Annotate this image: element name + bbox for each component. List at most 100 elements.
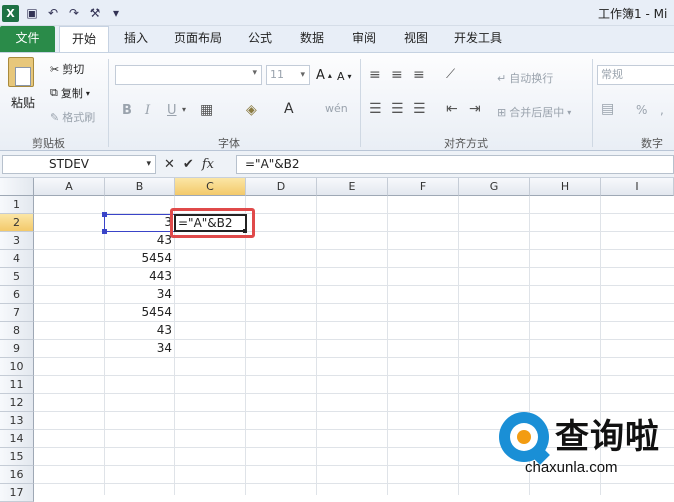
- range-handle[interactable]: [102, 229, 107, 234]
- insert-function-icon[interactable]: fx: [202, 157, 214, 172]
- grid-line: [458, 196, 459, 495]
- copy-label: 复制: [60, 87, 83, 100]
- row-header-3[interactable]: 3: [0, 232, 34, 250]
- undo-icon[interactable]: ↶: [45, 5, 61, 21]
- copy-icon: ⧉: [50, 86, 58, 99]
- column-header-c[interactable]: C: [175, 178, 246, 196]
- cell-b9[interactable]: 34: [105, 340, 175, 357]
- row-header-2[interactable]: 2: [0, 214, 34, 232]
- font-size-select[interactable]: 11 ▾: [266, 65, 310, 85]
- row-header-16[interactable]: 16: [0, 466, 34, 484]
- align-left-icon[interactable]: ☰: [369, 101, 382, 117]
- qat-dropdown-icon[interactable]: ▾: [108, 5, 124, 21]
- tab-file[interactable]: 文件: [0, 26, 55, 52]
- comma-icon[interactable]: ,: [660, 103, 664, 117]
- save-icon[interactable]: ▣: [24, 5, 40, 21]
- row-header-9[interactable]: 9: [0, 340, 34, 358]
- row-header-6[interactable]: 6: [0, 286, 34, 304]
- tab-data[interactable]: 数据: [291, 26, 333, 52]
- row-header-17[interactable]: 17: [0, 484, 34, 502]
- row-header-8[interactable]: 8: [0, 322, 34, 340]
- column-header-i[interactable]: I: [601, 178, 674, 196]
- row-header-14[interactable]: 14: [0, 430, 34, 448]
- row-header-4[interactable]: 4: [0, 250, 34, 268]
- format-painter-button[interactable]: ✎ 格式刷: [50, 109, 95, 125]
- column-header-b[interactable]: B: [105, 178, 175, 196]
- increase-indent-icon[interactable]: ⇥: [469, 101, 481, 117]
- percent-button[interactable]: %: [636, 103, 647, 117]
- cell-b7[interactable]: 5454: [105, 304, 175, 321]
- tab-view[interactable]: 视图: [395, 26, 437, 52]
- paste-label-text[interactable]: 粘贴: [11, 94, 35, 111]
- align-center-icon[interactable]: ☰: [391, 101, 404, 117]
- number-format-select[interactable]: 常规: [597, 65, 674, 85]
- wrap-text-icon: ↵: [497, 71, 507, 85]
- range-handle[interactable]: [102, 212, 107, 217]
- row-header-13[interactable]: 13: [0, 412, 34, 430]
- grid-line: [387, 196, 388, 495]
- cut-button[interactable]: ✂ 剪切: [50, 61, 84, 77]
- column-header-d[interactable]: D: [246, 178, 317, 196]
- font-name-select[interactable]: ▾: [115, 65, 262, 85]
- border-icon[interactable]: ▦: [200, 102, 213, 118]
- tab-home[interactable]: 开始: [59, 26, 109, 52]
- row-header-7[interactable]: 7: [0, 304, 34, 322]
- row-header-15[interactable]: 15: [0, 448, 34, 466]
- row-header-11[interactable]: 11: [0, 376, 34, 394]
- align-middle-icon[interactable]: ≡: [391, 67, 403, 83]
- column-header-f[interactable]: F: [388, 178, 459, 196]
- copy-button[interactable]: ⧉ 复制 ▾: [50, 85, 90, 101]
- align-bottom-icon[interactable]: ≡: [413, 67, 425, 83]
- grow-font-label: A: [316, 68, 325, 83]
- ribbon-home: 粘贴 ✂ 剪切 ⧉ 复制 ▾ ✎ 格式刷 剪贴板 ▾ 11 ▾ A ▴ A ▾ B …: [0, 52, 674, 151]
- formula-input[interactable]: ="A"&B2: [236, 155, 674, 174]
- orientation-icon[interactable]: ⟋: [446, 67, 455, 82]
- cell-b5[interactable]: 443: [105, 268, 175, 285]
- align-top-icon[interactable]: ≡: [369, 67, 381, 83]
- chevron-down-icon: ▾: [85, 88, 90, 98]
- grid-line: [34, 357, 674, 358]
- row-header-1[interactable]: 1: [0, 196, 34, 214]
- cell-b8[interactable]: 43: [105, 322, 175, 339]
- enter-check-icon[interactable]: ✔: [183, 157, 194, 172]
- chevron-down-icon[interactable]: ▾: [182, 105, 186, 114]
- shrink-font-button[interactable]: A ▾: [337, 70, 352, 83]
- excel-logo-icon[interactable]: X: [2, 4, 19, 22]
- underline-button[interactable]: U: [167, 103, 177, 118]
- merge-center-button[interactable]: ⊞ 合并后居中 ▾: [497, 104, 571, 120]
- row-header-12[interactable]: 12: [0, 394, 34, 412]
- grow-font-button[interactable]: A ▴: [316, 68, 332, 83]
- redo-icon[interactable]: ↷: [66, 5, 82, 21]
- cancel-icon[interactable]: ✕: [164, 157, 175, 172]
- column-header-a[interactable]: A: [34, 178, 105, 196]
- cell-b6[interactable]: 34: [105, 286, 175, 303]
- column-header-g[interactable]: G: [459, 178, 530, 196]
- tab-insert[interactable]: 插入: [116, 26, 156, 52]
- align-right-icon[interactable]: ☰: [413, 101, 426, 117]
- currency-icon[interactable]: ▤: [601, 101, 614, 117]
- row-header-10[interactable]: 10: [0, 358, 34, 376]
- cell-b4[interactable]: 5454: [105, 250, 175, 267]
- tab-formulas[interactable]: 公式: [240, 26, 280, 52]
- phonetic-button[interactable]: wén: [325, 102, 348, 115]
- tab-review[interactable]: 审阅: [343, 26, 385, 52]
- grid-line: [316, 196, 317, 495]
- fill-color-icon[interactable]: ◈: [246, 102, 257, 118]
- column-header-h[interactable]: H: [530, 178, 601, 196]
- customize-icon[interactable]: ⚒: [87, 5, 103, 21]
- column-header-e[interactable]: E: [317, 178, 388, 196]
- italic-button[interactable]: I: [145, 103, 150, 118]
- bold-button[interactable]: B: [122, 103, 132, 118]
- tab-page-layout[interactable]: 页面布局: [166, 26, 230, 52]
- grid-line: [34, 393, 674, 394]
- tab-developer[interactable]: 开发工具: [446, 26, 510, 52]
- font-color-icon[interactable]: A: [284, 101, 294, 117]
- paste-button[interactable]: [8, 57, 34, 89]
- name-box[interactable]: STDEV ▾: [2, 155, 156, 174]
- wrap-text-button[interactable]: ↵ 自动换行: [497, 70, 553, 86]
- decrease-indent-icon[interactable]: ⇤: [446, 101, 458, 117]
- select-all-corner[interactable]: [0, 178, 34, 196]
- cell-b3[interactable]: 43: [105, 232, 175, 249]
- row-header-5[interactable]: 5: [0, 268, 34, 286]
- watermark-en: chaxunla.com: [525, 459, 618, 476]
